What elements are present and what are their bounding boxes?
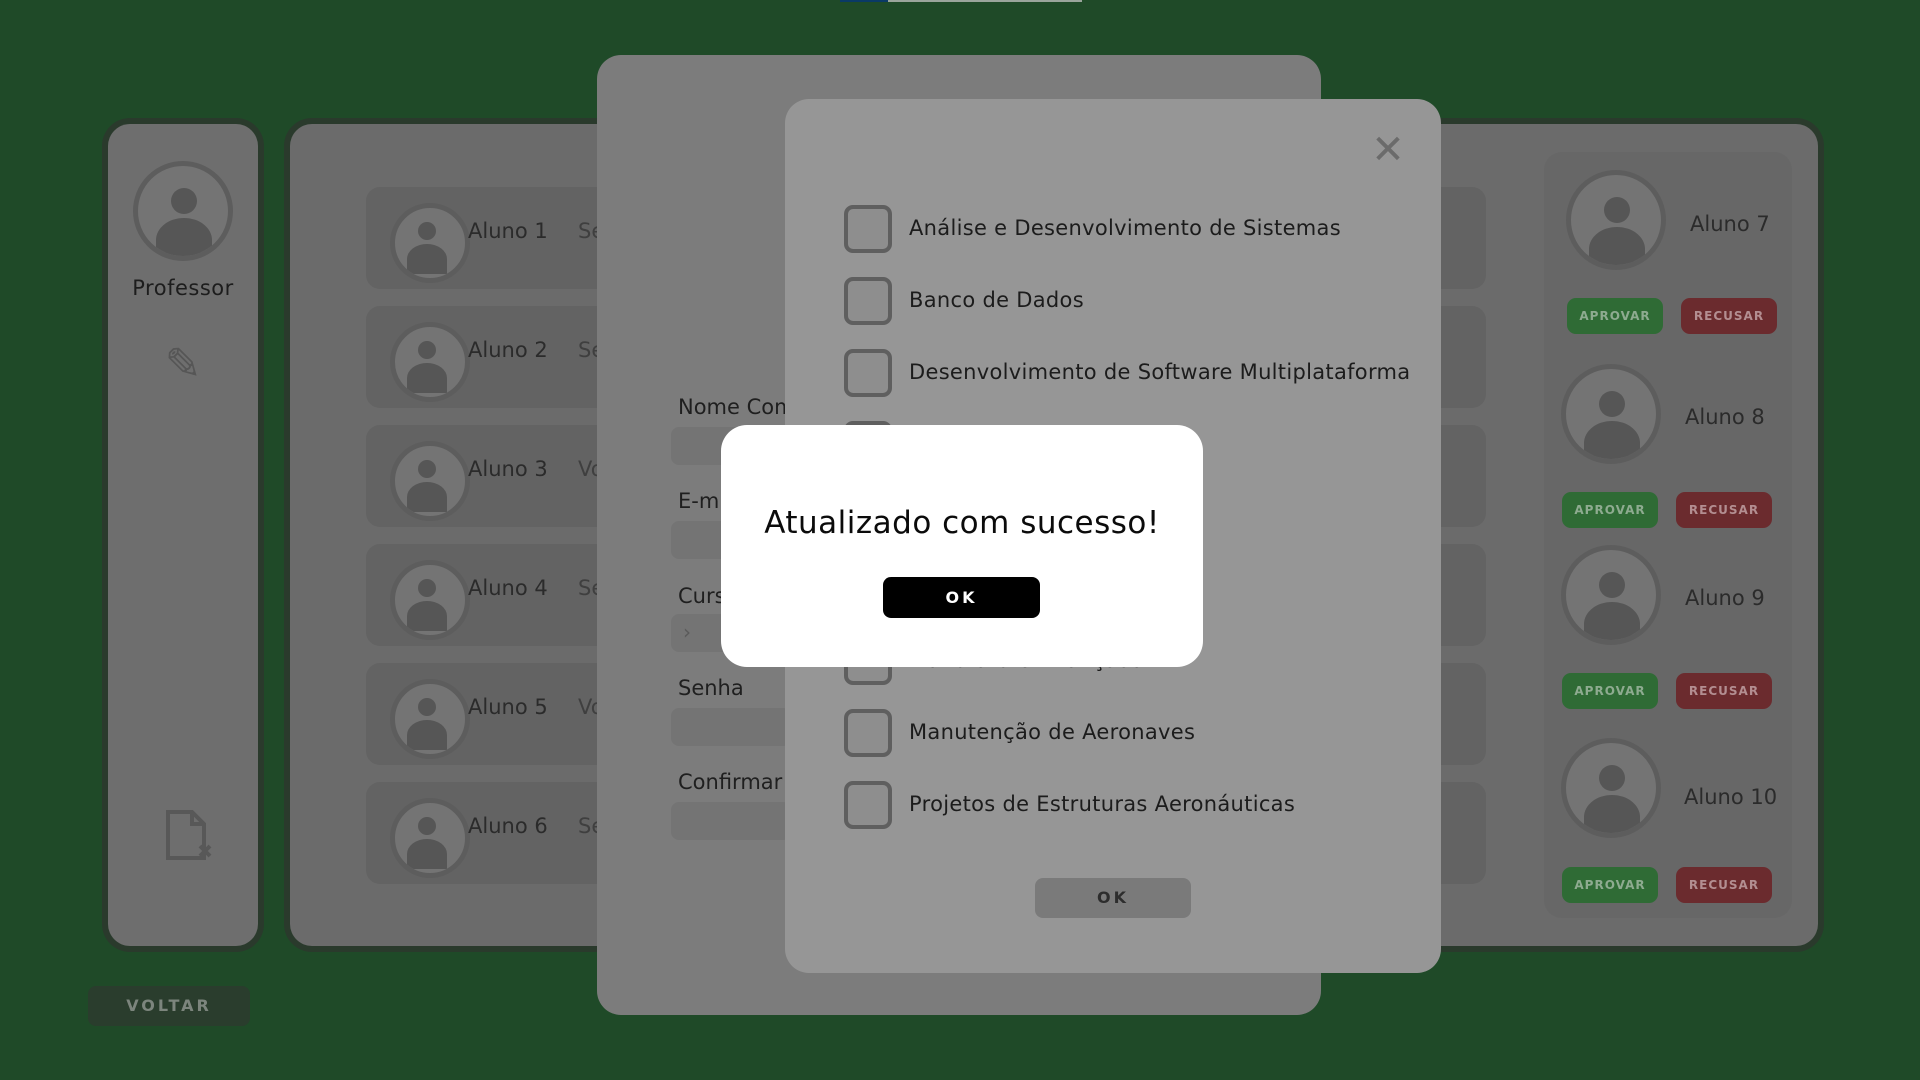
avatar	[390, 798, 470, 878]
course-label: Manutenção de Aeronaves	[909, 720, 1196, 744]
pending-student-name: Aluno 10	[1684, 785, 1778, 809]
reject-button[interactable]: RECUSAR	[1681, 298, 1777, 334]
course-checkbox[interactable]	[844, 709, 892, 757]
full-name-label: Nome Com	[678, 395, 795, 419]
approve-button[interactable]: APROVAR	[1567, 298, 1663, 334]
student-name: Aluno 3	[468, 457, 548, 481]
avatar	[1561, 738, 1661, 838]
reject-button[interactable]: RECUSAR	[1676, 673, 1772, 709]
course-label: Desenvolvimento de Software Multiplatafo…	[909, 360, 1411, 384]
password-input[interactable]	[671, 708, 791, 746]
avatar	[1561, 364, 1661, 464]
top-progress-segment	[840, 0, 888, 2]
course-checkbox[interactable]	[844, 205, 892, 253]
confirm-password-label: Confirmar	[678, 770, 783, 794]
student-name: Aluno 4	[468, 576, 548, 600]
avatar	[390, 322, 470, 402]
reject-button[interactable]: RECUSAR	[1676, 867, 1772, 903]
remove-file-icon[interactable]	[160, 808, 216, 864]
approve-button[interactable]: APROVAR	[1562, 673, 1658, 709]
student-name: Aluno 2	[468, 338, 548, 362]
avatar	[1566, 170, 1666, 270]
chevron-right-icon: ›	[683, 620, 691, 644]
course-label: Banco de Dados	[909, 288, 1084, 312]
password-label: Senha	[678, 676, 744, 700]
professor-avatar	[133, 161, 233, 261]
pending-student-name: Aluno 8	[1685, 405, 1765, 429]
avatar	[390, 441, 470, 521]
course-label: Curs	[678, 584, 726, 608]
course-label: Análise e Desenvolvimento de Sistemas	[909, 216, 1341, 240]
avatar	[390, 560, 470, 640]
course-ok-button[interactable]: OK	[1035, 878, 1191, 918]
pencil-icon[interactable]: ✎	[158, 340, 208, 390]
avatar	[390, 679, 470, 759]
back-button[interactable]: VOLTAR	[88, 986, 250, 1026]
alert-message: Atualizado com sucesso!	[764, 505, 1160, 541]
approve-button[interactable]: APROVAR	[1562, 492, 1658, 528]
close-icon[interactable]: ✕	[1368, 130, 1408, 170]
success-alert	[721, 425, 1203, 667]
course-label: Projetos de Estruturas Aeronáuticas	[909, 792, 1296, 816]
course-checkbox[interactable]	[844, 349, 892, 397]
student-name: Aluno 6	[468, 814, 548, 838]
course-checkbox[interactable]	[844, 277, 892, 325]
avatar	[1561, 545, 1661, 645]
reject-button[interactable]: RECUSAR	[1676, 492, 1772, 528]
top-progress-track	[888, 0, 1082, 2]
approve-button[interactable]: APROVAR	[1562, 867, 1658, 903]
email-label: E-m	[678, 489, 720, 513]
course-checkbox[interactable]	[844, 781, 892, 829]
alert-ok-button[interactable]: OK	[883, 577, 1040, 618]
avatar	[390, 203, 470, 283]
pending-student-name: Aluno 7	[1690, 212, 1770, 236]
confirm-password-input[interactable]	[671, 802, 791, 840]
student-name: Aluno 1	[468, 219, 548, 243]
professor-name: Professor	[132, 276, 234, 300]
student-name: Aluno 5	[468, 695, 548, 719]
pending-student-name: Aluno 9	[1685, 586, 1765, 610]
